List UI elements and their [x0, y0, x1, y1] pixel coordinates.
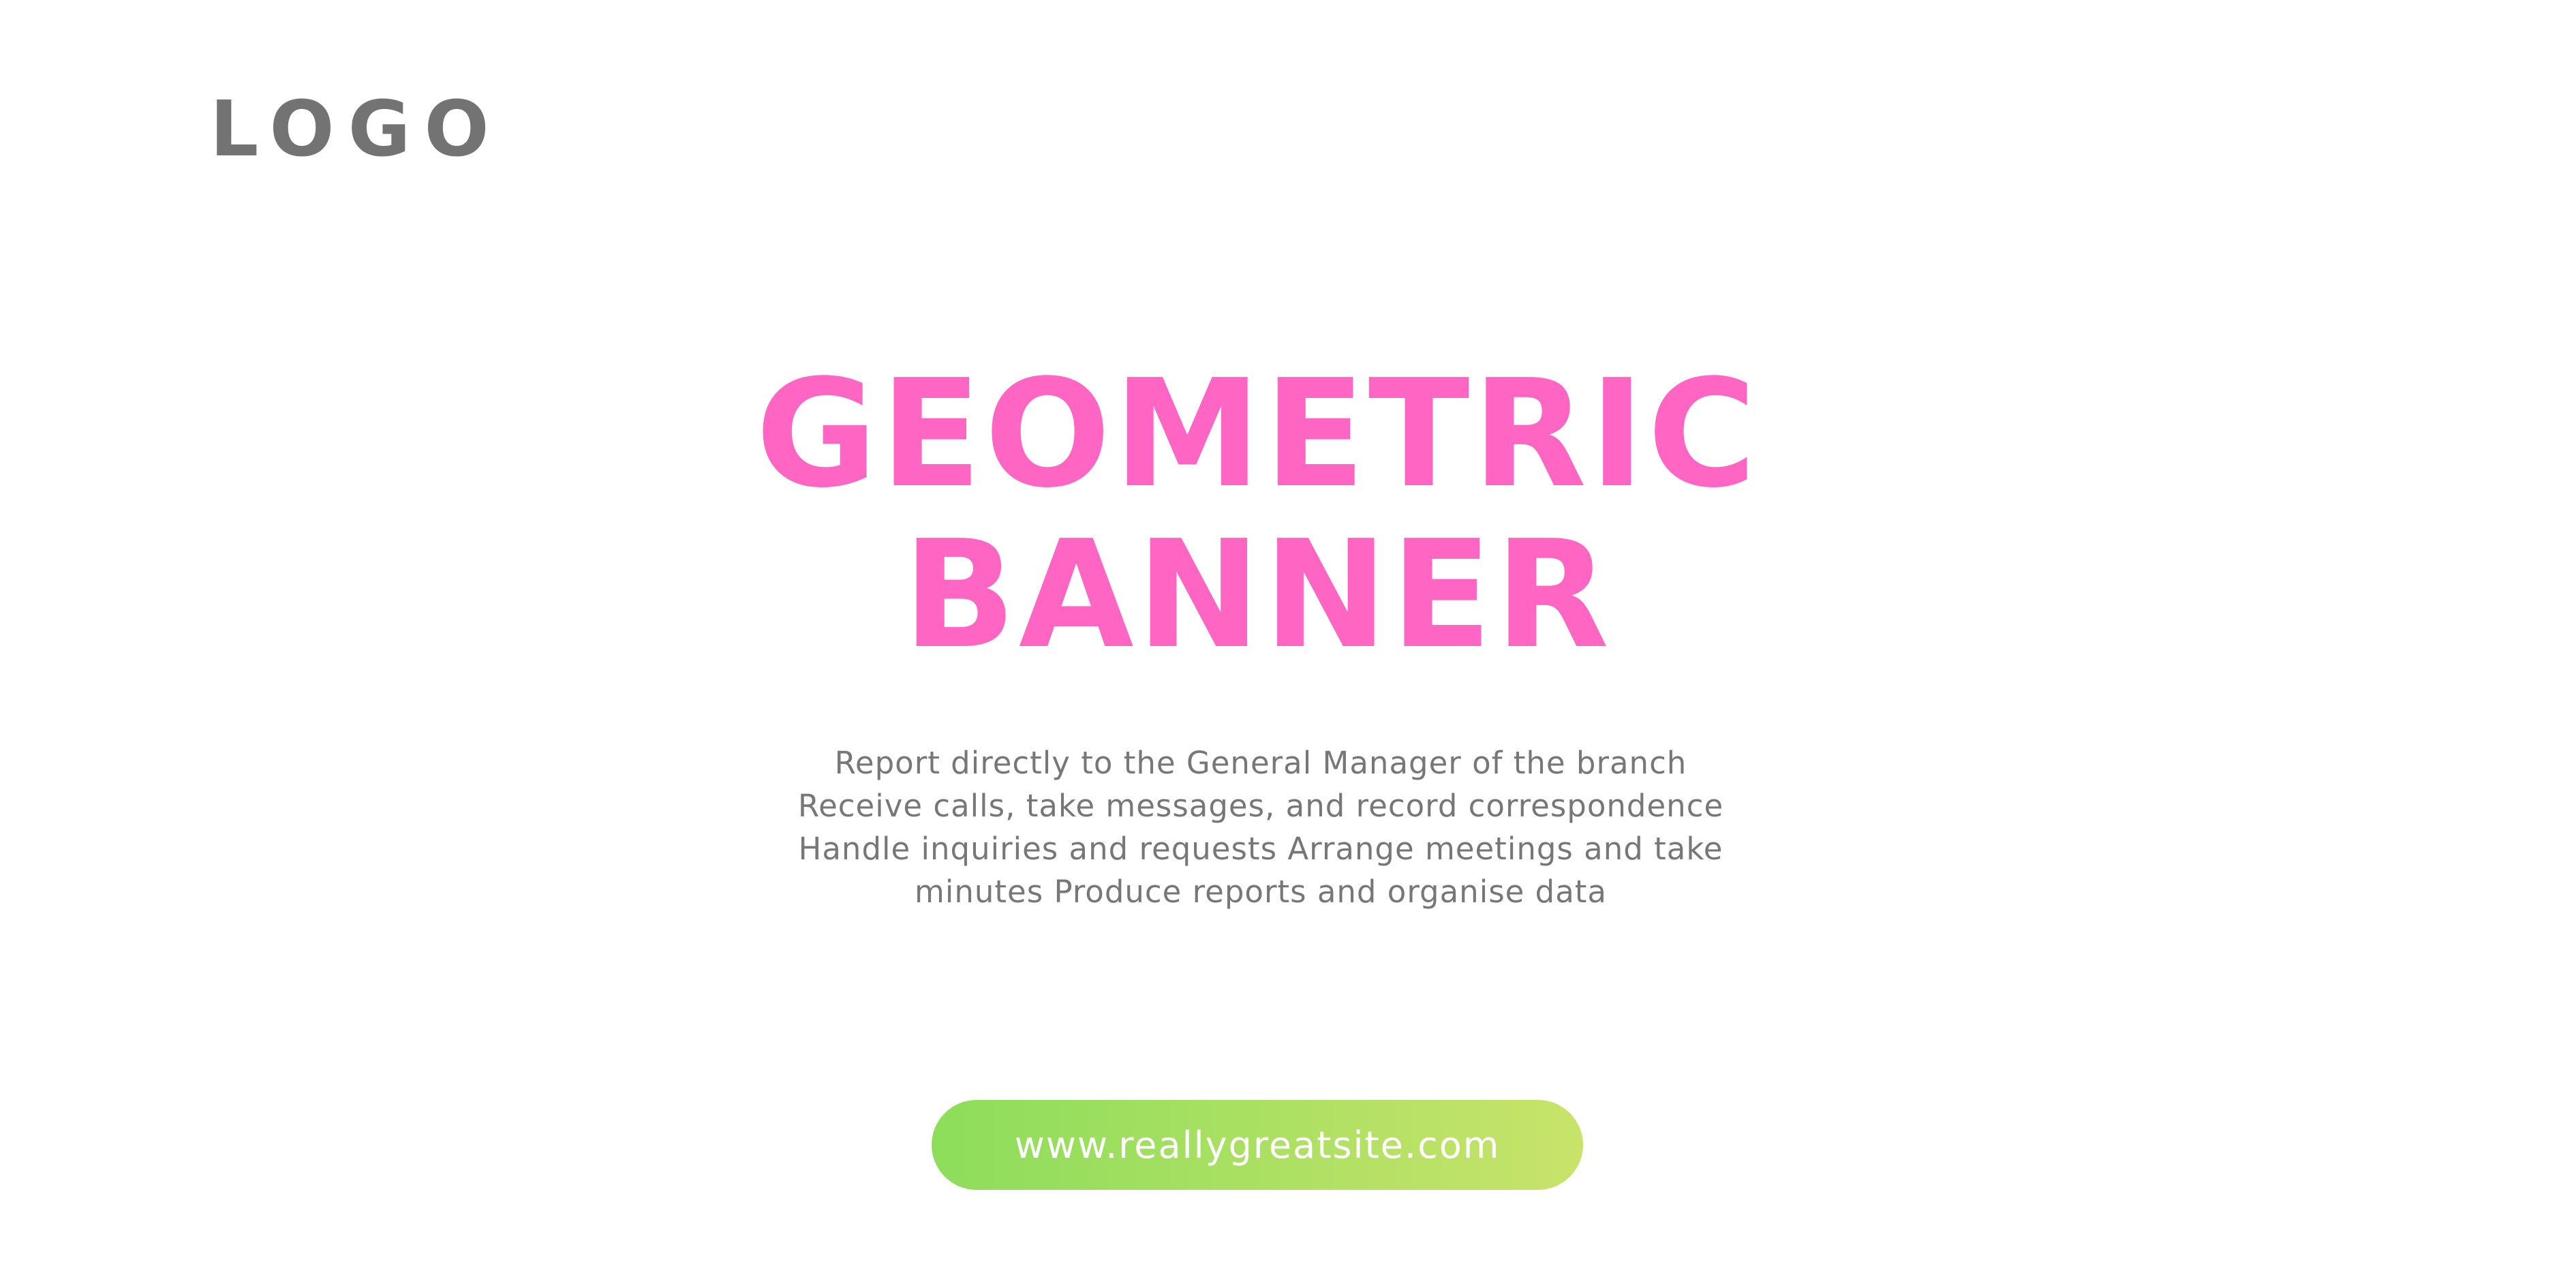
website-link-label: www.reallygreatsite.com — [1014, 1123, 1501, 1167]
website-link-button[interactable]: www.reallygreatsite.com — [932, 1100, 1583, 1190]
headline-line-1: GEOMETRIC — [755, 348, 1760, 521]
headline-line-2: BANNER — [902, 509, 1612, 681]
description-text: Report directly to the General Manager o… — [797, 745, 1724, 910]
logo: LOGO — [210, 85, 503, 174]
headline: GEOMETRIC BANNER — [0, 354, 2515, 676]
banner-page: LOGO GEOMETRIC BANNER Report directly to… — [0, 0, 2576, 1288]
